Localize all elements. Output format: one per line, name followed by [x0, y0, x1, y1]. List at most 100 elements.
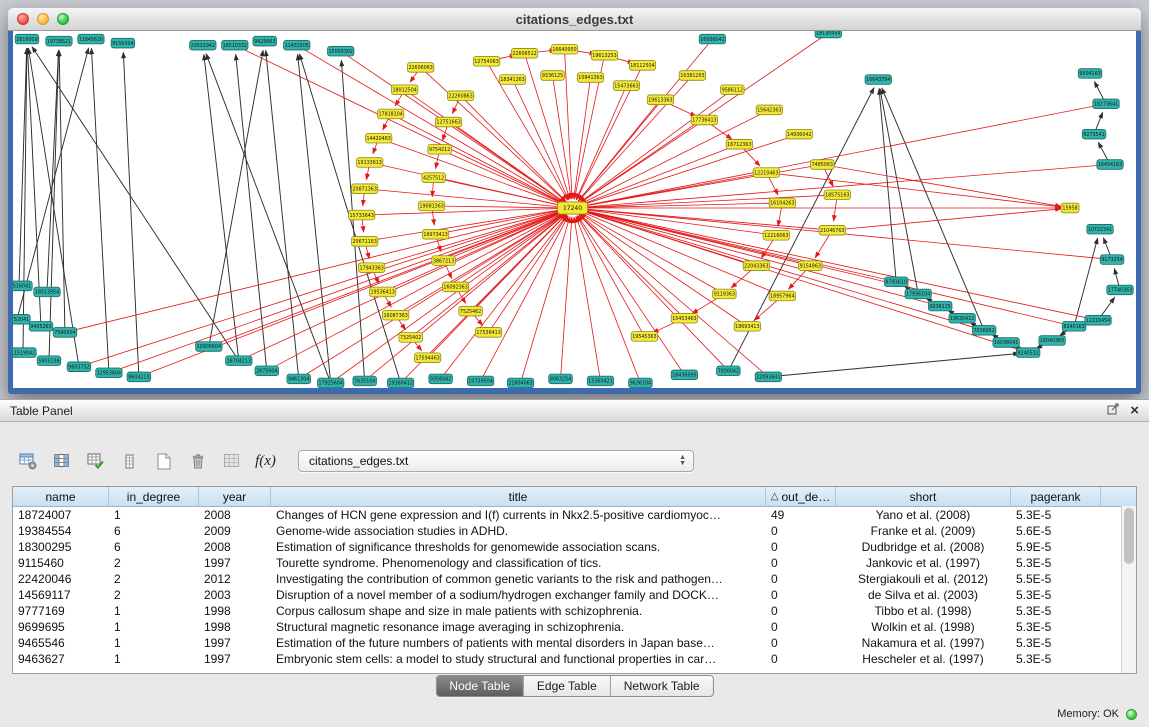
graph-node[interactable]: 9156304 — [111, 38, 135, 48]
graph-node[interactable]: 10941363 — [577, 73, 603, 83]
graph-node[interactable]: 9636104 — [629, 378, 653, 388]
import-table-icon[interactable] — [218, 448, 245, 474]
vertical-scrollbar[interactable] — [1121, 506, 1136, 673]
show-columns-icon[interactable] — [48, 448, 75, 474]
graph-node[interactable]: 19360412 — [387, 378, 413, 388]
scrollbar-thumb[interactable] — [1124, 508, 1134, 564]
minimize-window-button[interactable] — [37, 13, 49, 25]
graph-node[interactable]: 2616009 — [15, 34, 39, 44]
graph-node[interactable]: 17925604 — [318, 378, 344, 388]
graph-node[interactable]: 11431505 — [284, 40, 310, 50]
graph-node[interactable]: 9119363 — [713, 289, 737, 299]
graph-node[interactable]: 22093641 — [755, 372, 781, 382]
graph-node[interactable]: 15958 — [1061, 203, 1079, 213]
graph-node[interactable]: 20531942 — [190, 40, 216, 50]
graph-node[interactable]: 20516041 — [13, 281, 32, 291]
graph-node[interactable]: 15056302 — [328, 46, 354, 56]
graph-node[interactable]: 10739504 — [467, 376, 493, 386]
graph-node[interactable]: 12751663 — [435, 117, 461, 127]
table-row[interactable]: 1830029562008Estimation of significance … — [13, 539, 1136, 555]
graph-node[interactable]: 18341263 — [499, 75, 525, 85]
column-header-name[interactable]: name — [13, 487, 109, 506]
graph-node[interactable]: 9240532 — [1016, 348, 1040, 358]
graph-node[interactable]: 19613253 — [591, 50, 617, 60]
tab-edge-table[interactable]: Edge Table — [524, 676, 611, 696]
graph-node[interactable]: 15360421 — [587, 376, 613, 386]
graph-node[interactable]: 9425663 — [253, 36, 277, 46]
graph-node[interactable]: 17740363 — [1107, 285, 1133, 295]
graph-node[interactable]: 17936104 — [905, 289, 931, 299]
graph-node[interactable]: 12210463 — [753, 168, 779, 178]
graph-node[interactable]: 15642363 — [756, 105, 782, 115]
graph-node[interactable]: 12210454 — [1085, 315, 1111, 325]
graph-node[interactable]: 9504163 — [1078, 69, 1102, 79]
graph-node[interactable]: 18436095 — [671, 370, 697, 380]
graph-node[interactable]: 16973413 — [422, 229, 448, 239]
graph-node[interactable]: 14936042 — [786, 129, 812, 139]
table-mode-icon[interactable] — [14, 448, 41, 474]
graph-node[interactable]: 7936042 — [717, 366, 741, 376]
graph-node[interactable]: 4257512 — [422, 173, 446, 183]
network-canvas[interactable]: 2616009197385211184562091563042053194216… — [13, 31, 1136, 388]
graph-node[interactable]: 18112504 — [629, 61, 655, 71]
new-table-icon[interactable] — [150, 448, 177, 474]
graph-node[interactable]: 19536413 — [369, 287, 395, 297]
graph-node[interactable]: 19613363 — [647, 95, 673, 105]
table-row[interactable]: 1938455462009Genome-wide association stu… — [13, 523, 1136, 539]
graph-node[interactable]: 7325402 — [399, 333, 423, 343]
tab-network-table[interactable]: Network Table — [611, 676, 713, 696]
graph-node[interactable]: 22606512 — [511, 48, 537, 58]
graph-node[interactable]: 16381263 — [679, 71, 705, 81]
graph-node[interactable]: 17736413 — [691, 115, 717, 125]
window-titlebar[interactable]: citations_edges.txt — [8, 8, 1141, 31]
network-graph[interactable]: 2616009197385211184562091563042053194216… — [13, 31, 1136, 388]
graph-node[interactable]: 19630412 — [949, 313, 975, 323]
function-builder-icon[interactable]: f(x) — [252, 448, 279, 474]
column-header-short[interactable]: short — [836, 487, 1011, 506]
graph-node[interactable]: 2875904 — [255, 366, 279, 376]
column-header-title[interactable]: title — [271, 487, 766, 506]
graph-node[interactable]: 11845620 — [78, 34, 104, 44]
graph-node[interactable]: 7635104 — [353, 376, 377, 386]
graph-node[interactable]: 7590504 — [53, 328, 77, 338]
graph-node[interactable]: 22043363 — [743, 261, 769, 271]
graph-node[interactable]: 11519042 — [13, 348, 36, 358]
graph-node[interactable]: 7036952 — [972, 326, 996, 336]
close-panel-icon[interactable]: × — [1130, 404, 1139, 418]
graph-node[interactable]: 9173254 — [1100, 255, 1124, 265]
graph-node[interactable]: 19133613 — [356, 158, 382, 168]
table-row[interactable]: 969969511998Structural magnetic resonanc… — [13, 619, 1136, 635]
delete-table-icon[interactable] — [184, 448, 211, 474]
graph-node[interactable]: 9336125 — [541, 71, 565, 81]
graph-node[interactable]: 16087363 — [382, 310, 408, 320]
table-row[interactable]: 1872400712008Changes of HCN gene express… — [13, 507, 1136, 523]
graph-node[interactable]: 18040365 — [1039, 336, 1065, 346]
graph-node[interactable]: 18012504 — [391, 85, 417, 95]
graph-node[interactable]: 14420463 — [365, 133, 391, 143]
graph-node[interactable]: 21046763 — [819, 225, 845, 235]
float-panel-icon[interactable] — [1107, 402, 1120, 420]
zoom-window-button[interactable] — [57, 13, 69, 25]
graph-node[interactable]: 20671163 — [351, 237, 377, 247]
graph-node[interactable]: 8240163 — [1062, 322, 1086, 332]
graph-node[interactable]: 18957964 — [769, 291, 795, 301]
graph-node[interactable]: 21804063 — [507, 378, 533, 388]
graph-node[interactable]: 3867213 — [432, 256, 456, 266]
graph-node[interactable]: 17943363 — [358, 263, 384, 273]
graph-node[interactable]: 16643794 — [865, 75, 891, 85]
close-window-button[interactable] — [17, 13, 29, 25]
graph-node[interactable]: 18693413 — [734, 322, 760, 332]
graph-node[interactable]: 8793610 — [884, 277, 908, 287]
graph-node[interactable]: 16104263 — [769, 198, 795, 208]
graph-node[interactable]: 19081363 — [418, 201, 444, 211]
graph-node[interactable]: 9754212 — [428, 145, 452, 155]
graph-node[interactable]: 18513954 — [34, 287, 60, 297]
graph-node[interactable]: 18575163 — [824, 190, 850, 200]
graph-node[interactable]: 20871363 — [351, 184, 377, 194]
graph-node[interactable]: 8604213 — [127, 372, 151, 382]
network-selector-dropdown[interactable]: citations_edges.txt ▲▼ — [298, 450, 694, 472]
graph-node[interactable]: 9154963 — [799, 261, 823, 271]
add-column-icon[interactable] — [82, 448, 109, 474]
graph-node[interactable]: 16752041 — [13, 314, 30, 324]
graph-node[interactable]: 12953604 — [96, 368, 122, 378]
